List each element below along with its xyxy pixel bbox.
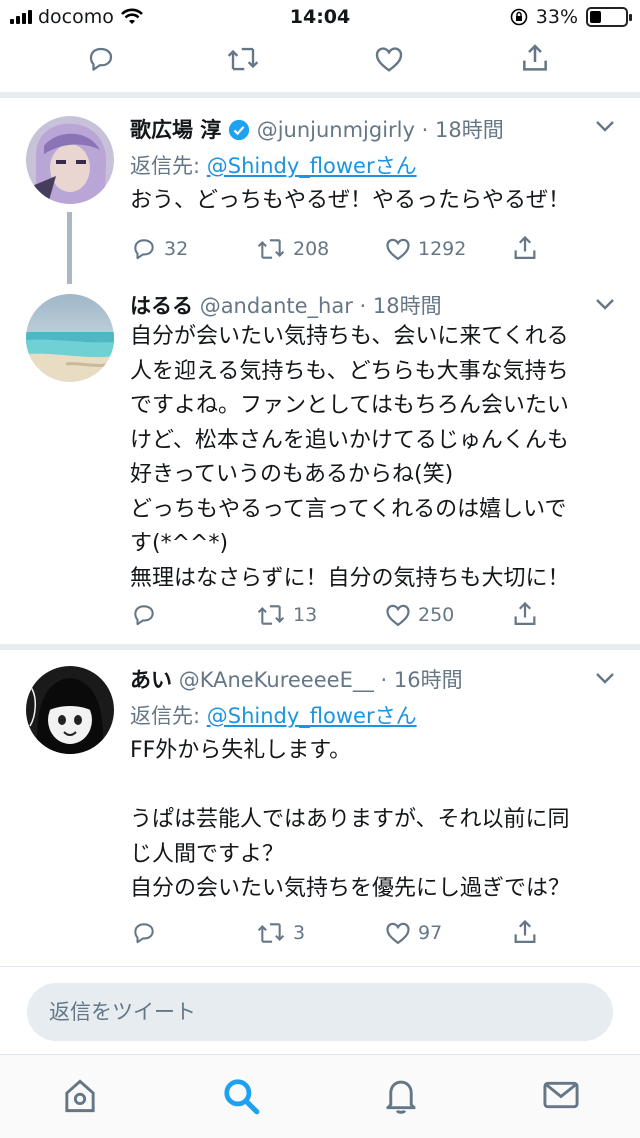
display-name[interactable]: あい (130, 668, 172, 692)
share-icon (514, 601, 536, 626)
share-button[interactable] (511, 918, 539, 946)
reply-icon (134, 605, 154, 626)
timestamp: · 18時間 (359, 294, 442, 318)
like-button[interactable] (372, 43, 406, 75)
notifications-icon[interactable] (383, 1077, 419, 1115)
retweet-icon (257, 239, 285, 259)
heart-icon (386, 238, 410, 261)
retweet-button[interactable]: 208 (255, 236, 329, 262)
tweet-header: あい @KAneKureeeeE__ · 16時間 (130, 664, 463, 694)
reply-icon (134, 239, 154, 260)
reply-context: 返信先: @Shindy_flowerさん (130, 700, 417, 730)
display-name[interactable]: 歌広場 淳 (130, 118, 221, 142)
messages-icon[interactable] (542, 1077, 580, 1113)
like-button[interactable]: 97 (384, 919, 442, 947)
timestamp: · 18時間 (421, 118, 504, 142)
reply-to-link[interactable]: @Shindy_flowerさん (207, 704, 417, 728)
section-divider (0, 966, 640, 967)
tweet-text: 自分が会いたい気持ちも、会いに来てくれる 人を迎える気持ちも、どちらも大事な気持… (130, 324, 570, 591)
reply-count: 32 (164, 238, 189, 260)
avatar[interactable] (26, 116, 114, 204)
heart-icon (386, 922, 410, 945)
display-name[interactable]: はるる (130, 294, 193, 318)
battery-percent: 33% (535, 6, 578, 28)
like-count: 250 (418, 604, 455, 626)
handle[interactable]: @junjunmjgirly (257, 118, 415, 142)
share-icon (523, 44, 547, 71)
chevron-down-icon[interactable] (594, 118, 616, 134)
search-icon[interactable] (222, 1077, 260, 1115)
avatar[interactable] (26, 294, 114, 382)
home-icon[interactable] (62, 1077, 98, 1115)
share-button[interactable] (511, 234, 539, 262)
section-divider (0, 92, 640, 98)
tweet-header: はるる @andante_har · 18時間 (130, 290, 442, 320)
tweet-header: 歌広場 淳 @junjunmjgirly · 18時間 (130, 114, 504, 144)
reply-compose-box[interactable] (27, 983, 613, 1041)
chevron-down-icon[interactable] (594, 296, 616, 312)
like-button[interactable]: 1292 (384, 235, 466, 263)
tweet-text: FF外から失礼します。 うぱは芸能人ではありますが、それ以前に同 じ人間ですよ？… (130, 738, 571, 901)
reply-button[interactable] (130, 602, 164, 628)
status-bar: docomo 14:04 33% (0, 0, 640, 36)
heart-icon (375, 47, 403, 72)
retweet-count: 208 (293, 238, 330, 260)
like-count: 97 (418, 922, 443, 944)
chevron-down-icon[interactable] (594, 670, 616, 686)
handle[interactable]: @andante_har (200, 294, 353, 318)
like-button[interactable]: 250 (384, 601, 454, 629)
like-count: 1292 (418, 238, 467, 260)
reply-icon (89, 47, 113, 71)
avatar[interactable] (26, 666, 114, 754)
retweet-count: 3 (293, 922, 306, 944)
reply-prefix: 返信先: (130, 704, 207, 728)
reply-button[interactable]: 32 (130, 236, 188, 262)
share-button[interactable] (511, 600, 539, 628)
tweet-text: おう、どっちもやるぜ！やるったらやるぜ！ (130, 188, 571, 213)
share-button[interactable] (519, 42, 551, 74)
retweet-button[interactable]: 13 (255, 602, 317, 628)
heart-icon (386, 604, 410, 627)
retweet-icon (227, 47, 259, 71)
reply-button[interactable] (85, 44, 117, 74)
verified-badge-icon (228, 119, 250, 141)
retweet-icon (257, 605, 285, 625)
tab-bar (0, 1054, 640, 1138)
section-divider (0, 644, 640, 650)
reply-prefix: 返信先: (130, 154, 207, 178)
retweet-button[interactable] (225, 44, 261, 74)
handle[interactable]: @KAneKureeeeE__ (179, 668, 374, 692)
battery-icon (586, 7, 632, 27)
reply-input[interactable] (27, 983, 613, 1041)
timestamp: · 16時間 (380, 668, 463, 692)
retweet-icon (257, 923, 285, 943)
thread-line (67, 212, 72, 284)
reply-to-link[interactable]: @Shindy_flowerさん (207, 154, 417, 178)
share-icon (514, 235, 536, 260)
reply-context: 返信先: @Shindy_flowerさん (130, 150, 417, 180)
share-icon (514, 919, 536, 944)
reply-button[interactable] (130, 920, 164, 946)
reply-icon (134, 923, 154, 944)
retweet-count: 13 (293, 604, 318, 626)
retweet-button[interactable]: 3 (255, 920, 305, 946)
orientation-lock-icon (510, 8, 528, 26)
